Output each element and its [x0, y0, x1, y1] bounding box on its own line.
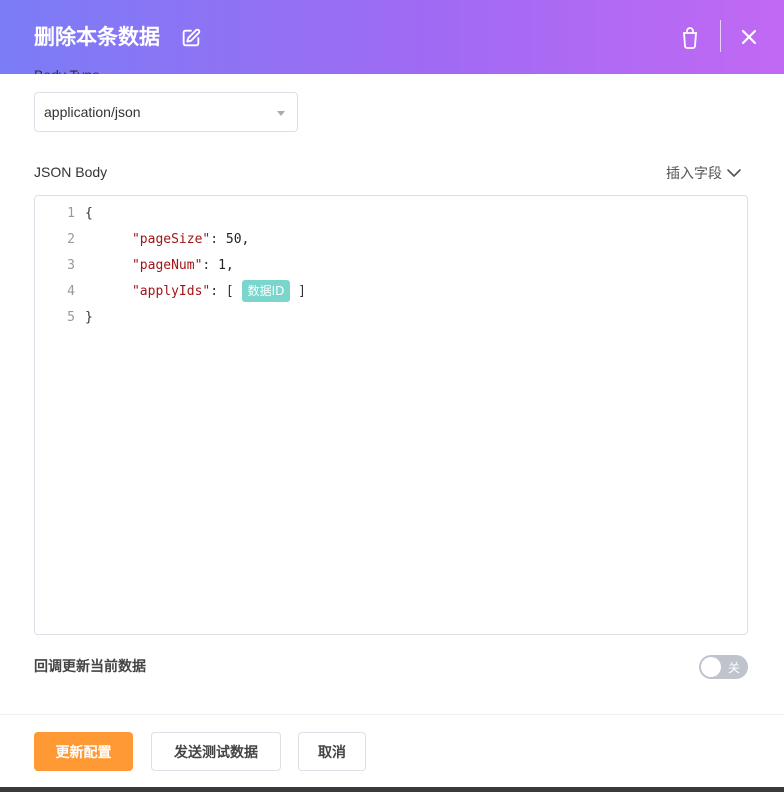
- body-type-select[interactable]: application/json: [34, 92, 298, 132]
- dialog-title: 删除本条数据: [34, 25, 160, 49]
- toggle-knob: [701, 657, 721, 677]
- window-bottom-edge: [0, 787, 784, 792]
- code-line: 5 }: [35, 305, 747, 331]
- send-test-data-button[interactable]: 发送测试数据: [151, 732, 281, 771]
- line-number: 2: [67, 232, 75, 247]
- cancel-button[interactable]: 取消: [298, 732, 366, 771]
- caret-down-icon: [277, 111, 285, 116]
- dialog-header: 删除本条数据: [0, 0, 784, 74]
- json-value: 50,: [225, 232, 250, 247]
- json-value: 1,: [218, 258, 234, 273]
- code-text: }: [85, 310, 93, 325]
- insert-field-label: 插入字段: [666, 166, 722, 182]
- json-body-editor[interactable]: 1 { 2 "pageSize": 50, 3 "pageNum": 1, 4 …: [34, 195, 748, 635]
- body-type-label: Body Type: [34, 66, 100, 74]
- toggle-state-text: 关: [727, 661, 740, 675]
- close-icon[interactable]: [740, 28, 758, 46]
- data-id-field-chip[interactable]: 数据ID: [241, 279, 291, 302]
- edit-icon[interactable]: [180, 27, 202, 49]
- code-line: 4 "applyIds": [ 数据ID ]: [35, 279, 747, 305]
- code-line: 1 {: [35, 201, 747, 227]
- line-number: 5: [67, 310, 75, 325]
- json-body-label: JSON Body: [34, 164, 108, 180]
- line-number: 4: [67, 284, 75, 299]
- insert-field-dropdown[interactable]: 插入字段: [666, 163, 742, 183]
- callback-update-toggle[interactable]: 关: [699, 655, 748, 679]
- trash-icon[interactable]: [680, 27, 700, 49]
- header-divider: [720, 20, 721, 52]
- chevron-down-icon: [727, 169, 741, 177]
- json-key: "pageSize": [131, 232, 211, 247]
- code-line: 3 "pageNum": 1,: [35, 253, 747, 279]
- line-number: 3: [67, 258, 75, 273]
- json-key: "applyIds": [131, 284, 211, 299]
- line-number: 1: [67, 206, 75, 221]
- update-config-button[interactable]: 更新配置: [34, 732, 133, 771]
- code-line: 2 "pageSize": 50,: [35, 227, 747, 253]
- json-key: "pageNum": [131, 258, 203, 273]
- code-text: {: [85, 206, 93, 221]
- callback-update-label: 回调更新当前数据: [34, 659, 146, 675]
- body-type-select-value: application/json: [44, 104, 141, 120]
